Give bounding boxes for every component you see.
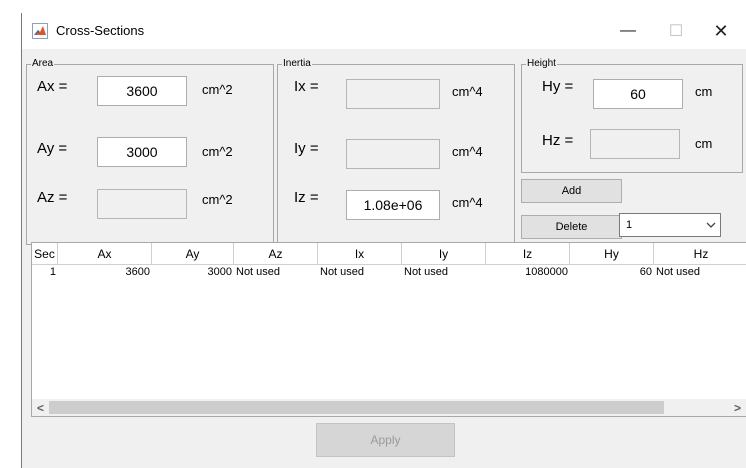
window-title: Cross-Sections: [56, 23, 145, 38]
delete-button[interactable]: Delete: [521, 215, 622, 239]
add-button[interactable]: Add: [521, 179, 622, 203]
ax-label: Ax =: [37, 78, 68, 95]
close-button[interactable]: ✕: [698, 13, 744, 49]
cross-sections-window: Cross-Sections — ☐ ✕ Area Ax = 3600 cm^2…: [21, 13, 746, 468]
scroll-left-button[interactable]: <: [32, 399, 49, 416]
section-select-value: 1: [626, 219, 633, 231]
table-cell[interactable]: 1080000: [486, 265, 570, 279]
ay-label: Ay =: [37, 140, 68, 157]
iy-field[interactable]: [346, 139, 440, 169]
sections-table[interactable]: Sec Ax Ay Az Ix Iy Iz Hy Hz 1 3600 3000 …: [31, 242, 746, 417]
az-field[interactable]: [97, 189, 187, 219]
inertia-legend: Inertia: [283, 58, 311, 69]
matlab-icon: [32, 23, 48, 39]
ax-unit: cm^2: [202, 82, 233, 97]
iy-unit: cm^4: [452, 144, 483, 159]
hy-field[interactable]: 60: [593, 79, 683, 109]
ix-unit: cm^4: [452, 84, 483, 99]
iz-unit: cm^4: [452, 195, 483, 210]
table-header: Sec Ax Ay Az Ix Iy Iz Hy Hz: [32, 243, 746, 265]
col-header[interactable]: Iz: [486, 243, 570, 264]
hy-unit: cm: [695, 84, 713, 99]
scroll-right-button[interactable]: >: [729, 399, 746, 416]
table-cell[interactable]: Not used: [654, 265, 746, 279]
height-legend: Height: [527, 58, 556, 69]
ay-field[interactable]: 3000: [97, 137, 187, 167]
col-header[interactable]: Ix: [318, 243, 402, 264]
table-cell[interactable]: 3000: [152, 265, 234, 279]
hz-label: Hz =: [542, 132, 574, 149]
col-header[interactable]: Sec: [32, 243, 58, 264]
hz-unit: cm: [695, 136, 713, 151]
ay-unit: cm^2: [202, 144, 233, 159]
maximize-button[interactable]: ☐: [653, 13, 699, 49]
col-header[interactable]: Iy: [402, 243, 486, 264]
apply-button[interactable]: Apply: [316, 423, 455, 457]
col-header[interactable]: Ay: [152, 243, 234, 264]
iz-field[interactable]: 1.08e+06: [346, 190, 440, 220]
table-cell[interactable]: Not used: [318, 265, 402, 279]
col-header[interactable]: Az: [234, 243, 318, 264]
az-unit: cm^2: [202, 192, 233, 207]
table-cell[interactable]: 60: [570, 265, 654, 279]
table-cell[interactable]: Not used: [234, 265, 318, 279]
col-header[interactable]: Hy: [570, 243, 654, 264]
iz-label: Iz =: [294, 189, 319, 206]
iy-label: Iy =: [294, 140, 319, 157]
scrollbar-thumb[interactable]: [49, 401, 664, 414]
col-header[interactable]: Hz: [654, 243, 746, 264]
ix-label: Ix =: [294, 78, 319, 95]
ax-field[interactable]: 3600: [97, 76, 187, 106]
title-bar: Cross-Sections — ☐ ✕: [22, 13, 746, 49]
hy-label: Hy =: [542, 78, 574, 95]
az-label: Az =: [37, 189, 68, 206]
section-select[interactable]: 1: [619, 213, 721, 237]
table-cell[interactable]: 3600: [58, 265, 152, 279]
table-row[interactable]: 1 3600 3000 Not used Not used Not used 1…: [32, 265, 746, 279]
minimize-button[interactable]: —: [605, 13, 651, 49]
col-header[interactable]: Ax: [58, 243, 152, 264]
horizontal-scrollbar[interactable]: < >: [32, 399, 746, 416]
table-cell[interactable]: Not used: [402, 265, 486, 279]
ix-field[interactable]: [346, 79, 440, 109]
area-legend: Area: [32, 58, 54, 69]
hz-field[interactable]: [590, 129, 680, 159]
table-cell[interactable]: 1: [32, 265, 58, 279]
chevron-down-icon: [706, 222, 716, 228]
